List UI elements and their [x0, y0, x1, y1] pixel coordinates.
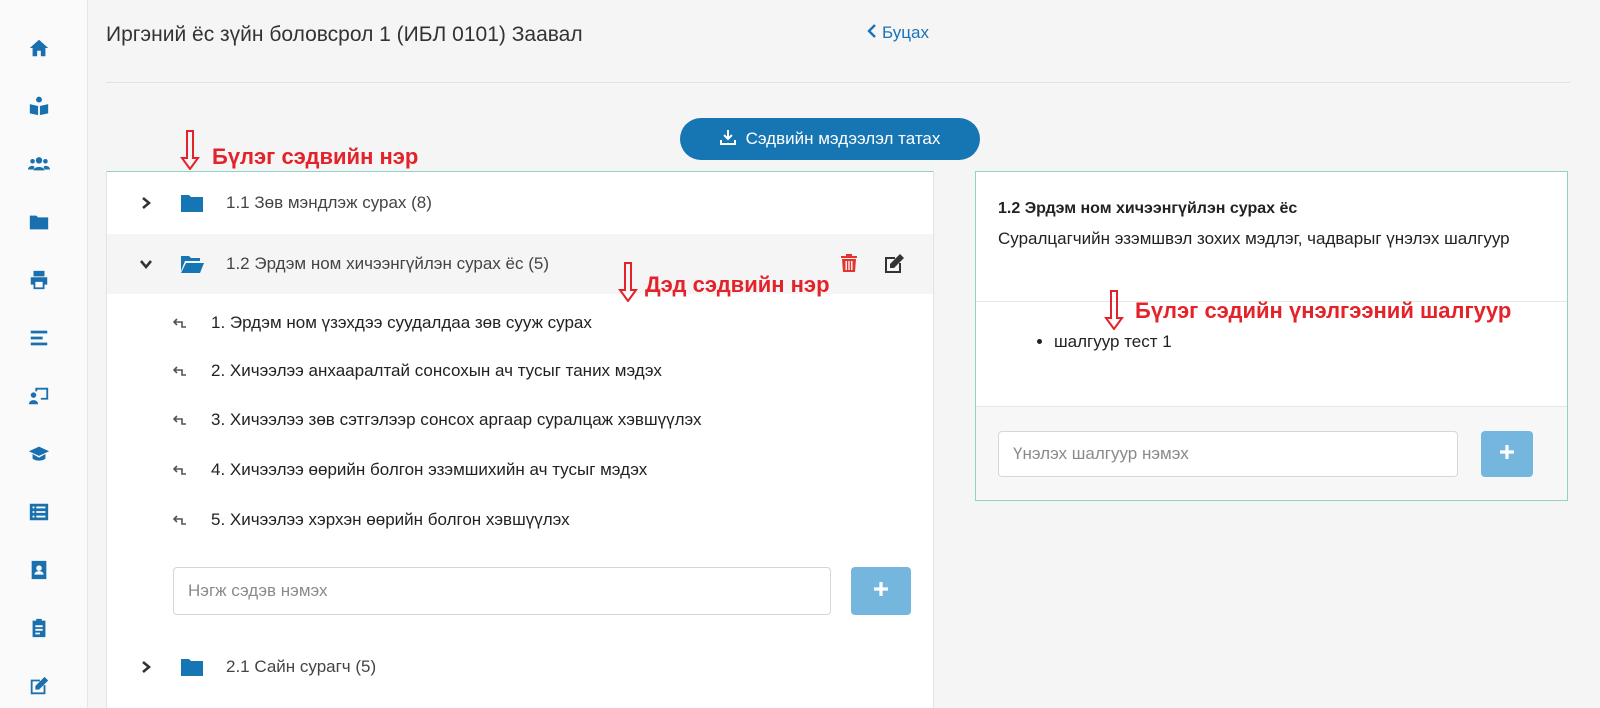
subtopic-label: 3. Хичээлээ зөв сэтгэлээр сонсох аргаар … [211, 410, 702, 429]
folder-icon [180, 657, 204, 677]
criteria-panel-description: Суралцагчийн эзэмшвэл зохих мэдлэг, чадв… [998, 229, 1510, 248]
chevron-left-icon [866, 23, 878, 43]
graduation-cap-icon[interactable] [26, 441, 52, 467]
download-topic-info-button[interactable]: Сэдвийн мэдээлэл татах [680, 118, 980, 160]
page-title: Иргэний ёс зүйн боловсрол 1 (ИБЛ 0101) З… [106, 23, 583, 46]
tree-folder-row[interactable]: 2.1 Сайн сурагч (5) [107, 637, 933, 697]
annotation-group-name: Бүлэг сэдвийн нэр [212, 144, 419, 169]
users-icon[interactable] [26, 151, 52, 177]
topic-tree-panel: 1.1 Зөв мэндлэж сурах (8) 1.2 Эрдэм ном … [106, 171, 934, 708]
folder-open-icon [180, 254, 204, 274]
subtopic-label: 1. Эрдэм ном үзэхдээ суудалдаа зөв сууж … [211, 313, 592, 332]
subtopic-label: 4. Хичээлээ өөрийн болгон эзэмшихийн ач … [211, 460, 648, 479]
folder-label: 1.1 Зөв мэндлэж сурах (8) [226, 193, 432, 212]
plus-icon [1498, 443, 1516, 466]
download-icon [719, 129, 736, 150]
criteria-input[interactable] [998, 431, 1458, 477]
add-subtopic-button[interactable] [851, 567, 911, 615]
sidebar [0, 0, 88, 708]
level-up-icon [172, 316, 187, 330]
folder-actions [839, 253, 905, 275]
folder-label: 1.2 Эрдэм ном хичээнгүйлэн сурах ёс (5) [226, 254, 549, 273]
address-book-icon[interactable] [26, 557, 52, 583]
edit-icon[interactable] [883, 253, 905, 275]
list-icon[interactable] [26, 499, 52, 525]
criteria-item: шалгуур тест 1 [1054, 332, 1172, 352]
criteria-panel-title: 1.2 Эрдэм ном хичээнгүйлэн сурах ёс [998, 200, 1298, 217]
edit-icon[interactable] [26, 673, 52, 699]
align-icon[interactable] [26, 325, 52, 351]
criteria-panel-header: 1.2 Эрдэм ном хичээнгүйлэн сурах ёс Сура… [976, 172, 1567, 302]
folder-icon [180, 193, 204, 213]
tree-folder-row[interactable]: 1.1 Зөв мэндлэж сурах (8) [107, 173, 933, 233]
book-reader-icon[interactable] [26, 93, 52, 119]
chevron-right-icon[interactable] [139, 660, 153, 674]
annotation-arrow-down-icon [1104, 290, 1124, 331]
subtopic-label: 2. Хичээлээ анхааралтай сонсохын ач тусы… [211, 361, 662, 380]
chevron-down-icon[interactable] [139, 257, 153, 271]
download-label: Сэдвийн мэдээлэл татах [745, 129, 941, 148]
subtopic-item[interactable]: 2. Хичээлээ анхааралтай сонсохын ач тусы… [172, 356, 662, 386]
clipboard-icon[interactable] [26, 615, 52, 641]
level-up-icon [172, 413, 187, 427]
level-up-icon [172, 513, 187, 527]
trash-icon[interactable] [839, 253, 861, 275]
home-icon[interactable] [26, 35, 52, 61]
header-divider [106, 82, 1570, 83]
back-label: Буцах [882, 23, 929, 42]
plus-icon [872, 580, 890, 603]
criteria-panel: 1.2 Эрдэм ном хичээнгүйлэн сурах ёс Сура… [975, 171, 1568, 501]
chalkboard-teacher-icon[interactable] [26, 383, 52, 409]
annotation-arrow-down-icon [180, 130, 200, 171]
annotation-group-criteria: Бүлэг сэдийн үнэлгээний шалгуур [1135, 298, 1512, 323]
criteria-list: шалгуур тест 1 [1034, 332, 1172, 352]
subtopic-item[interactable]: 1. Эрдэм ном үзэхдээ суудалдаа зөв сууж … [172, 308, 592, 338]
add-criteria-button[interactable] [1481, 431, 1533, 477]
annotation-arrow-down-icon [618, 262, 638, 303]
criteria-panel-footer [976, 407, 1567, 500]
chevron-right-icon[interactable] [139, 196, 153, 210]
subtopic-item[interactable]: 3. Хичээлээ зөв сэтгэлээр сонсох аргаар … [172, 405, 702, 435]
back-link[interactable]: Буцах [866, 23, 929, 43]
annotation-subtopic-name: Дэд сэдвийн нэр [645, 272, 830, 297]
folder-icon[interactable] [26, 209, 52, 235]
printer-icon[interactable] [26, 267, 52, 293]
subtopic-input[interactable] [173, 567, 831, 615]
subtopic-item[interactable]: 5. Хичээлээ хэрхэн өөрийн болгон хэвшүүл… [172, 505, 570, 535]
level-up-icon [172, 364, 187, 378]
level-up-icon [172, 463, 187, 477]
subtopic-label: 5. Хичээлээ хэрхэн өөрийн болгон хэвшүүл… [211, 510, 570, 529]
folder-label: 2.1 Сайн сурагч (5) [226, 657, 377, 676]
subtopic-item[interactable]: 4. Хичээлээ өөрийн болгон эзэмшихийн ач … [172, 455, 648, 485]
